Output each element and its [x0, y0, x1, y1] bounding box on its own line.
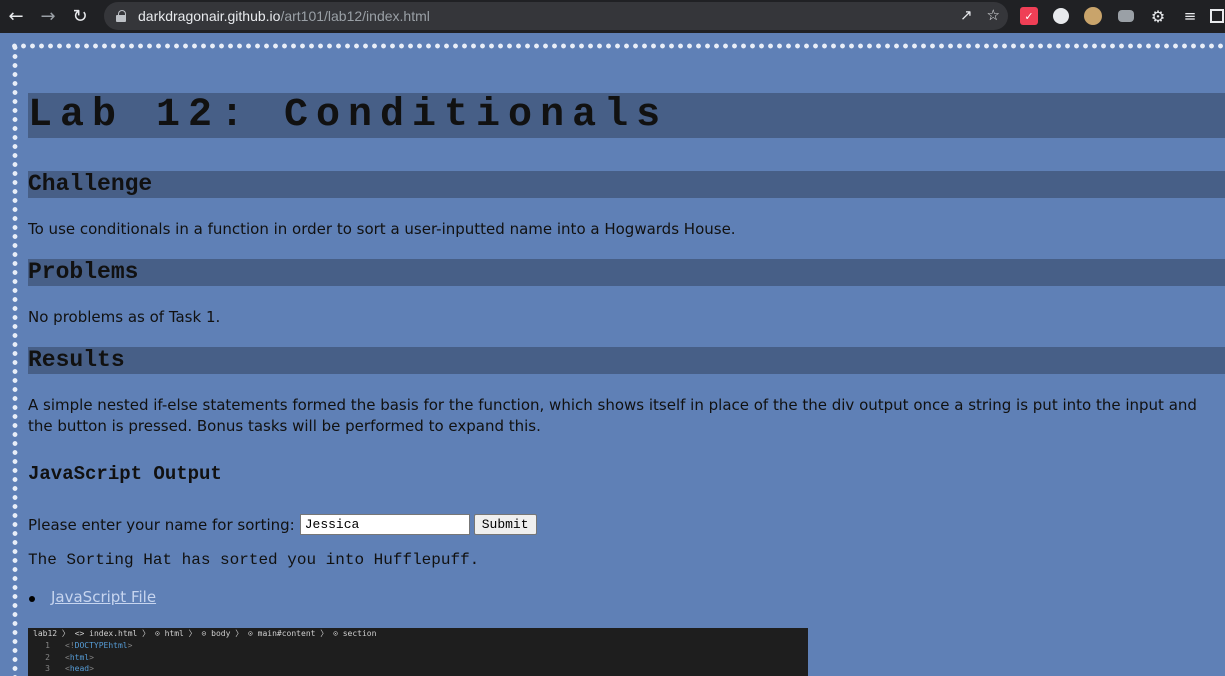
chat-icon[interactable]: [1053, 8, 1069, 24]
page-title: Lab 12: Conditionals: [28, 93, 1225, 138]
code-line: 2 < html >: [28, 652, 808, 664]
submit-button[interactable]: Submit: [473, 514, 537, 535]
code-tag: DOCTYPE: [74, 641, 109, 650]
pocket-icon[interactable]: ✓: [1020, 7, 1038, 25]
code-punct: <!: [65, 641, 75, 650]
url-text[interactable]: darkdragonair.github.io/art101/lab12/ind…: [138, 8, 430, 24]
line-number: 2: [45, 652, 50, 662]
address-bar[interactable]: darkdragonair.github.io/art101/lab12/ind…: [104, 2, 1008, 30]
line-number: 3: [45, 664, 50, 673]
owl-icon[interactable]: [1084, 7, 1102, 25]
dotted-border-left: [12, 43, 18, 676]
forward-arrow-icon[interactable]: →: [35, 4, 61, 30]
code-screenshot: lab12 〉 <> index.html 〉 ⊙ html 〉 ⊙ body …: [28, 628, 808, 676]
reading-list-icon[interactable]: ≡: [1180, 6, 1200, 26]
results-heading: Results: [28, 347, 1225, 374]
list-bullet: [29, 596, 35, 602]
dotted-border-top: [10, 43, 1225, 49]
share-icon[interactable]: ↗: [960, 6, 973, 24]
code-punct: >: [89, 652, 94, 662]
url-path: /art101/lab12/index.html: [280, 8, 430, 24]
camera-icon[interactable]: [1118, 10, 1134, 22]
code-punct: >: [127, 641, 133, 650]
sorting-form: Please enter your name for sorting: Subm…: [28, 514, 537, 535]
editor-breadcrumb: lab12 〉 <> index.html 〉 ⊙ html 〉 ⊙ body …: [33, 629, 377, 638]
challenge-text: To use conditionals in a function in ord…: [28, 220, 736, 238]
code-line: 1 <! DOCTYPE html >: [28, 640, 808, 652]
name-prompt-label: Please enter your name for sorting:: [28, 515, 295, 534]
star-icon[interactable]: ☆: [987, 6, 1000, 24]
code-tag: html: [69, 652, 90, 662]
sorting-result: The Sorting Hat has sorted you into Huff…: [28, 551, 480, 569]
line-number: 1: [45, 641, 50, 650]
javascript-file-link[interactable]: JavaScript File: [51, 588, 156, 606]
url-host: darkdragonair.github.io: [138, 8, 281, 24]
challenge-heading: Challenge: [28, 171, 1225, 198]
reload-icon[interactable]: ↻: [67, 4, 93, 30]
problems-heading: Problems: [28, 259, 1225, 286]
code-line: 3 < head >: [28, 663, 808, 675]
puzzle-icon[interactable]: ⚙: [1148, 6, 1168, 26]
browser-toolbar: ← → ↻ darkdragonair.github.io/art101/lab…: [0, 0, 1225, 33]
lock-icon[interactable]: [116, 10, 126, 22]
name-input[interactable]: [299, 514, 470, 535]
code-keyword: html: [108, 641, 128, 650]
results-text: A simple nested if-else statements forme…: [28, 396, 1197, 435]
side-panel-icon[interactable]: [1210, 9, 1224, 23]
back-arrow-icon[interactable]: ←: [3, 4, 29, 30]
code-punct: >: [89, 664, 94, 673]
problems-text: No problems as of Task 1.: [28, 308, 221, 326]
js-output-heading: JavaScript Output: [28, 463, 222, 485]
code-tag: head: [69, 664, 90, 673]
